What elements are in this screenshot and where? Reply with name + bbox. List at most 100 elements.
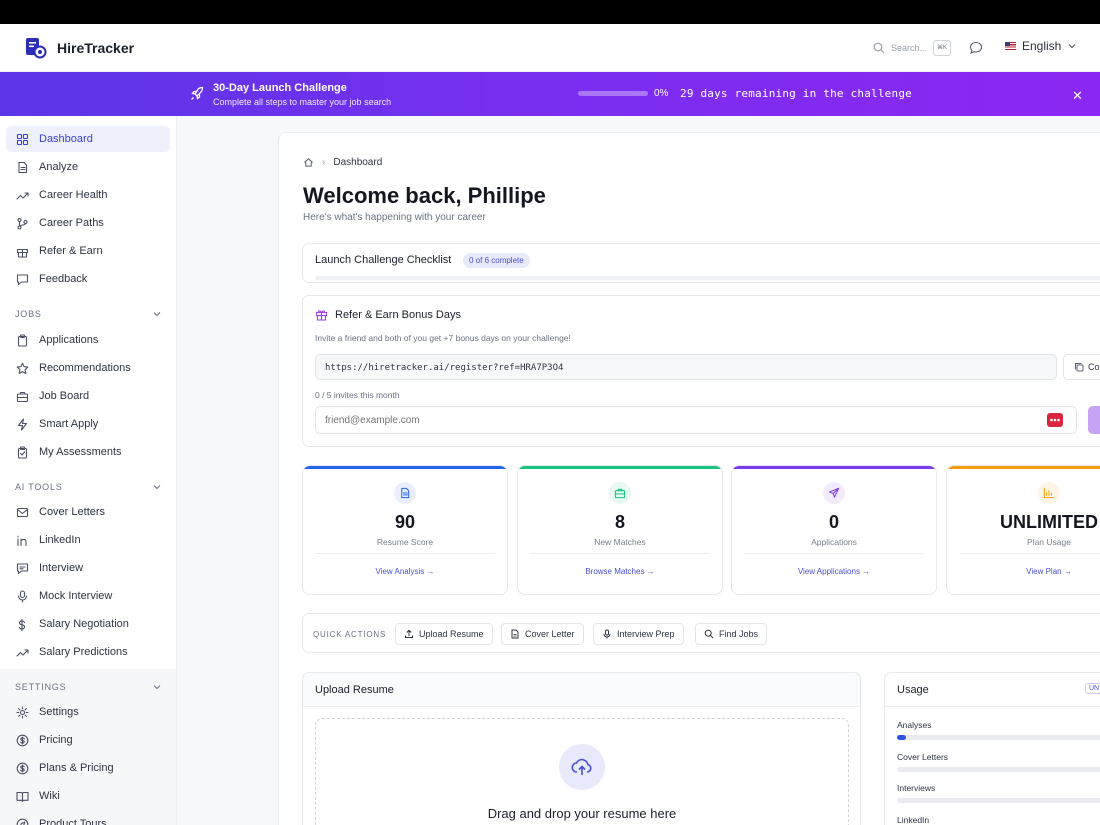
stat-card-plan-usage[interactable]: UNLIMITED Plan Usage View Plan → [946,465,1100,595]
sidebar-item-label: Wiki [39,790,60,802]
section-title: SETTINGS [15,682,67,692]
stat-link-plan-usage[interactable]: View Plan → [947,567,1100,576]
mail-icon [16,506,29,519]
search-icon [873,42,885,54]
sidebar-section-jobs[interactable]: JOBS [15,309,162,319]
send-invite-button[interactable] [1088,406,1100,434]
sidebar-item-career-paths[interactable]: Career Paths [6,210,170,236]
chat-icon[interactable] [969,41,983,55]
sidebar-section-ai[interactable]: AI TOOLS [15,482,162,492]
mic-icon [16,589,29,603]
referral-invite-count: 0 / 5 invites this month [315,390,400,400]
stat-value: 0 [828,512,839,532]
breadcrumb: › Dashboard [303,157,382,168]
sidebar-item-dashboard[interactable]: Dashboard [6,126,170,152]
launch-checklist-card[interactable]: Launch Challenge Checklist 0 of 6 comple… [302,243,1100,283]
chevron-down-icon [153,312,161,317]
trend-icon [16,646,29,659]
usage-row: Cover Letters [897,752,1100,772]
sidebar-item-pricing[interactable]: Pricing [6,727,170,753]
usage-track [897,798,1100,803]
stat-value: 8 [614,512,625,532]
brand-name[interactable]: HireTracker [57,40,134,56]
sidebar-item-interview[interactable]: Interview [6,555,170,581]
challenge-progress-bar [578,91,648,96]
referral-link-field[interactable]: https://hiretracker.ai/register?ref=HRA7… [315,354,1057,380]
chevron-down-icon [153,685,161,690]
usage-title: Usage [897,684,929,696]
sidebar-item-label: Plans & Pricing [39,762,114,774]
sidebar-item-cover-letters[interactable]: Cover Letters [6,499,170,525]
breadcrumb-separator: › [322,157,326,168]
find-jobs-label: Find Jobs [719,629,759,639]
close-icon[interactable]: ✕ [1072,88,1083,104]
interview-prep-button[interactable]: Interview Prep [593,623,684,645]
grid-icon [16,133,29,146]
sidebar-item-job-board[interactable]: Job Board [6,383,170,409]
home-icon[interactable] [303,157,314,168]
interview-prep-label: Interview Prep [617,629,675,639]
sidebar-item-career-health[interactable]: Career Health [6,182,170,208]
cloud-upload-icon [559,744,605,790]
stat-link-new-matches[interactable]: Browse Matches → [518,567,722,576]
sidebar-item-wiki[interactable]: Wiki [6,783,170,809]
upload-icon [405,629,413,638]
search-shortcut: ⌘K [933,40,952,56]
password-manager-icon[interactable] [1047,413,1063,427]
search-box[interactable]: Search... ⌘K [873,38,952,58]
sidebar-item-applications[interactable]: Applications [6,327,170,353]
sidebar-item-mock-interview[interactable]: Mock Interview [6,583,170,609]
usage-label: LinkedIn [897,814,930,825]
challenge-banner: 30-Day Launch Challenge Complete all ste… [0,72,1100,116]
briefcase-icon [609,482,631,504]
section-title: AI TOOLS [15,482,63,492]
stat-card-resume-score[interactable]: 90 Resume Score View Analysis → [302,465,508,595]
cover-letter-button[interactable]: Cover Letter [501,623,584,645]
stat-link-resume-score[interactable]: View Analysis → [303,567,507,576]
sidebar-item-salary-predictions[interactable]: Salary Predictions [6,639,170,665]
sidebar-item-plans-and-pricing[interactable]: Plans & Pricing [6,755,170,781]
stat-link-applications[interactable]: View Applications → [732,567,936,576]
sidebar-item-feedback[interactable]: Feedback [6,266,170,292]
sidebar-item-smart-apply[interactable]: Smart Apply [6,411,170,437]
sidebar-item-label: Settings [39,706,79,718]
stat-divider [315,553,495,554]
usage-label: Cover Letters [897,751,949,762]
language-label: English [1022,39,1062,53]
hiretracker-logo-icon[interactable] [24,36,48,60]
sidebar-item-salary-negotiation[interactable]: Salary Negotiation [6,611,170,637]
checklist-progress-track [315,276,1100,280]
sidebar-item-refer-and-earn[interactable]: Refer & Earn [6,238,170,264]
friend-email-input[interactable] [315,406,1077,434]
chart-icon [1038,482,1060,504]
sidebar-section-settings[interactable]: SETTINGS [15,682,162,692]
gear-icon [16,705,29,719]
resume-dropzone[interactable]: Drag and drop your resume here [315,718,849,825]
referral-title: Refer & Earn Bonus Days [335,309,461,321]
sidebar-item-label: Dashboard [39,133,93,145]
stat-label: Resume Score [376,537,434,547]
sidebar-item-settings[interactable]: Settings [6,699,170,725]
sidebar-item-recommendations[interactable]: Recommendations [6,355,170,381]
dollar-circle-icon [16,762,29,775]
sidebar-item-product-tours[interactable]: Product Tours [6,811,170,825]
sidebar-item-label: Interview [39,562,84,574]
language-selector[interactable]: English [1005,39,1077,53]
sidebar-item-linkedin[interactable]: LinkedIn [6,527,170,553]
checklist-title: Launch Challenge Checklist [315,254,452,266]
linkedin-icon [16,534,29,547]
upload-resume-button[interactable]: Upload Resume [395,623,493,645]
find-jobs-button[interactable]: Find Jobs [695,623,768,645]
briefcase-icon [16,390,29,403]
copy-link-button[interactable]: Co [1063,354,1100,380]
usage-row: LinkedIn [897,815,1100,825]
document-icon [511,629,519,639]
stat-accent-bar [303,466,507,469]
stat-card-applications[interactable]: 0 Applications View Applications → [731,465,937,595]
gift-icon [315,308,328,321]
sidebar-item-analyze[interactable]: Analyze [6,154,170,180]
stat-card-new-matches[interactable]: 8 New Matches Browse Matches → [517,465,723,595]
challenge-progress-percent: 0% [654,88,669,99]
sidebar-item-my-assessments[interactable]: My Assessments [6,439,170,465]
sidebar-item-label: Job Board [39,390,90,402]
